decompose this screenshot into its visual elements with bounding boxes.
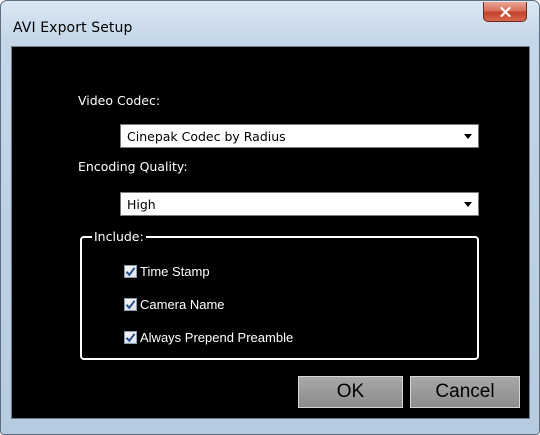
time-stamp-checkbox[interactable]: [124, 264, 137, 278]
close-icon: [499, 6, 511, 17]
camera-name-checkbox[interactable]: [124, 297, 137, 311]
always-prepend-preamble-label: Always Prepend Preamble: [140, 329, 294, 345]
always-prepend-preamble-checkbox[interactable]: [124, 330, 137, 344]
window-title: AVI Export Setup: [13, 20, 133, 36]
time-stamp-label: Time Stamp: [140, 263, 210, 279]
ok-button[interactable]: OK: [298, 376, 403, 408]
encoding-quality-value: High: [127, 197, 156, 212]
always-prepend-preamble-checkbox-row[interactable]: Always Prepend Preamble: [124, 329, 293, 345]
checkmark-icon: [125, 332, 136, 342]
video-codec-select[interactable]: Cinepak Codec by Radius: [120, 124, 479, 148]
include-group: Include: Time Stamp Camera Name Always P…: [80, 229, 479, 360]
chevron-down-icon: [464, 202, 472, 207]
encoding-quality-label: Encoding Quality:: [78, 159, 188, 174]
checkmark-icon: [125, 266, 136, 276]
dialog-window: AVI Export Setup Video Codec: Cinepak Co…: [0, 0, 540, 435]
camera-name-checkbox-row[interactable]: Camera Name: [124, 296, 225, 312]
cancel-button[interactable]: Cancel: [410, 376, 520, 408]
title-bar[interactable]: AVI Export Setup: [1, 1, 539, 45]
checkmark-icon: [125, 299, 136, 309]
include-legend: Include:: [92, 229, 146, 244]
camera-name-label: Camera Name: [140, 296, 225, 312]
video-codec-value: Cinepak Codec by Radius: [127, 129, 286, 144]
chevron-down-icon: [464, 134, 472, 139]
dialog-content: Video Codec: Cinepak Codec by Radius Enc…: [11, 46, 530, 419]
video-codec-label: Video Codec:: [78, 93, 161, 108]
close-button[interactable]: [483, 2, 527, 22]
encoding-quality-select[interactable]: High: [120, 192, 479, 216]
time-stamp-checkbox-row[interactable]: Time Stamp: [124, 263, 210, 279]
